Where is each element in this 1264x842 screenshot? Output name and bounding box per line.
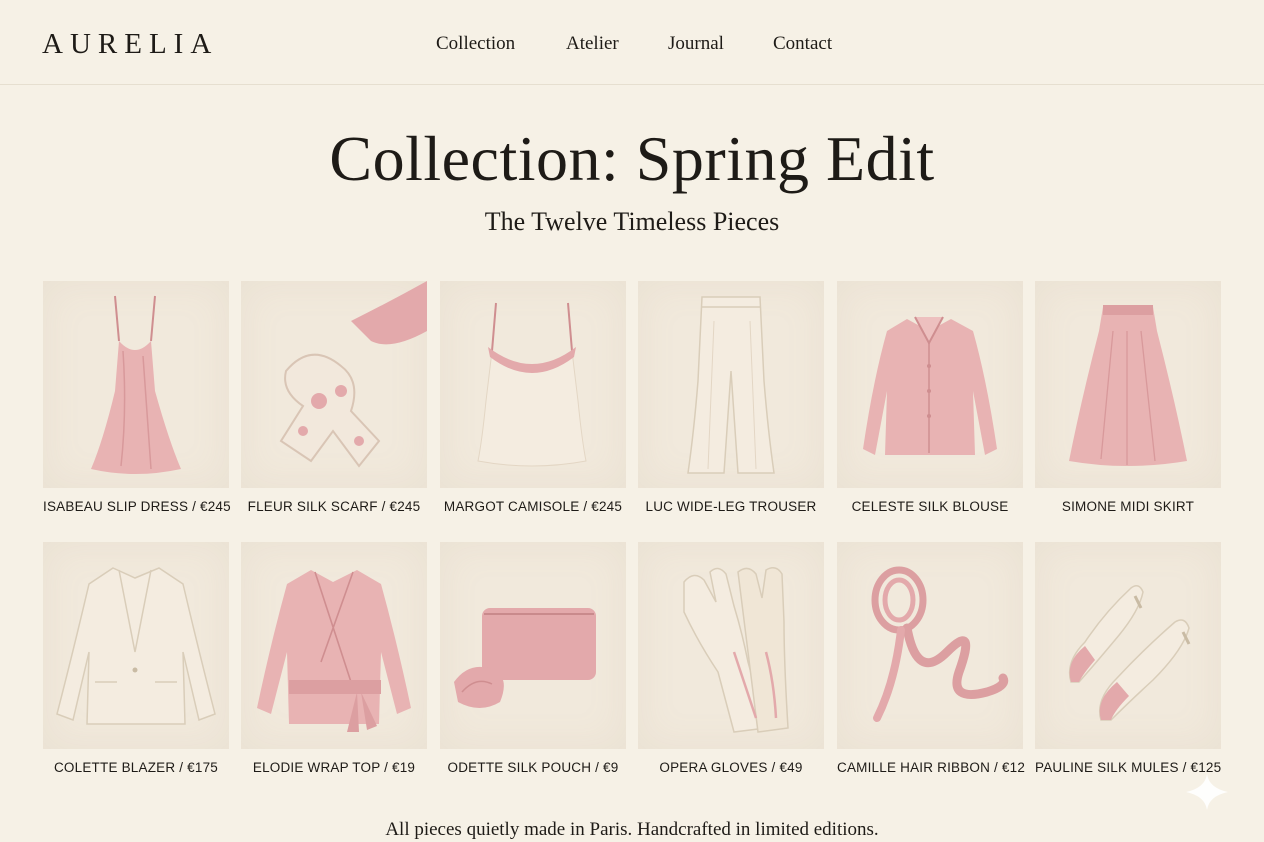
product-card-opera-gloves[interactable]: OPERA GLOVES / €49 bbox=[638, 542, 824, 775]
product-caption: ELODIE WRAP TOP / €19 bbox=[252, 760, 416, 775]
silk-scarf-icon bbox=[279, 281, 427, 468]
product-image bbox=[1035, 542, 1221, 749]
product-image bbox=[43, 281, 229, 488]
product-card-simone-midi-skirt[interactable]: SIMONE MIDI SKIRT bbox=[1035, 281, 1221, 514]
product-caption: ODETTE SILK POUCH / €9 bbox=[447, 760, 619, 775]
product-image bbox=[440, 281, 626, 488]
product-image bbox=[638, 542, 824, 749]
blouse-icon bbox=[863, 316, 997, 455]
product-caption: SIMONE MIDI SKIRT bbox=[1061, 499, 1195, 514]
product-caption: CELESTE SILK BLOUSE bbox=[851, 499, 1009, 514]
product-image bbox=[837, 281, 1023, 488]
slip-dress-icon bbox=[91, 295, 181, 474]
product-image bbox=[241, 281, 427, 488]
product-caption: OPERA GLOVES / €49 bbox=[659, 760, 803, 775]
gloves-icon bbox=[683, 567, 789, 733]
product-caption: COLETTE BLAZER / €175 bbox=[53, 760, 218, 775]
product-card-celeste-silk-blouse[interactable]: CELESTE SILK BLOUSE bbox=[837, 281, 1023, 514]
product-card-elodie-wrap-top[interactable]: ELODIE WRAP TOP / €19 bbox=[241, 542, 427, 775]
product-caption: ISABEAU SLIP DRESS / €245 bbox=[43, 499, 231, 514]
product-card-camille-hair-ribbon[interactable]: CAMILLE HAIR RIBBON / €12 bbox=[837, 542, 1026, 775]
product-image bbox=[837, 542, 1023, 749]
product-card-isabeau-slip-dress[interactable]: ISABEAU SLIP DRESS / €245 bbox=[43, 281, 231, 514]
product-image bbox=[241, 542, 427, 749]
sparkle-icon bbox=[1186, 774, 1228, 810]
product-image bbox=[638, 281, 824, 488]
camisole-icon bbox=[477, 302, 587, 467]
trouser-icon bbox=[687, 296, 775, 474]
product-image bbox=[440, 542, 626, 749]
product-card-odette-silk-pouch[interactable]: ODETTE SILK POUCH / €9 bbox=[440, 542, 626, 775]
product-card-margot-camisole[interactable]: MARGOT CAMISOLE / €245 bbox=[440, 281, 626, 514]
mules-icon bbox=[1068, 585, 1191, 721]
product-grid: ISABEAU SLIP DRESS / €245 FLEUR SILK SCA… bbox=[0, 0, 1264, 842]
product-caption: MARGOT CAMISOLE / €245 bbox=[443, 499, 623, 514]
product-card-fleur-silk-scarf[interactable]: FLEUR SILK SCARF / €245 bbox=[241, 281, 427, 514]
product-image bbox=[1035, 281, 1221, 488]
skirt-icon bbox=[1069, 305, 1187, 466]
blazer-icon bbox=[56, 567, 216, 725]
footer-note: All pieces quietly made in Paris. Handcr… bbox=[385, 819, 879, 840]
product-caption: CAMILLE HAIR RIBBON / €12 bbox=[837, 760, 1026, 775]
product-card-colette-blazer[interactable]: COLETTE BLAZER / €175 bbox=[43, 542, 229, 775]
product-card-pauline-silk-mules[interactable]: PAULINE SILK MULES / €125 bbox=[1035, 542, 1221, 775]
ribbon-icon bbox=[871, 566, 1009, 722]
wrap-top-icon bbox=[257, 570, 411, 732]
pouch-icon bbox=[454, 608, 596, 708]
product-caption: FLEUR SILK SCARF / €245 bbox=[247, 499, 421, 514]
product-image bbox=[43, 542, 229, 749]
product-card-luc-wide-leg-trouser[interactable]: LUC WIDE-LEG TROUSER bbox=[638, 281, 824, 514]
product-caption: LUC WIDE-LEG TROUSER bbox=[645, 499, 817, 514]
